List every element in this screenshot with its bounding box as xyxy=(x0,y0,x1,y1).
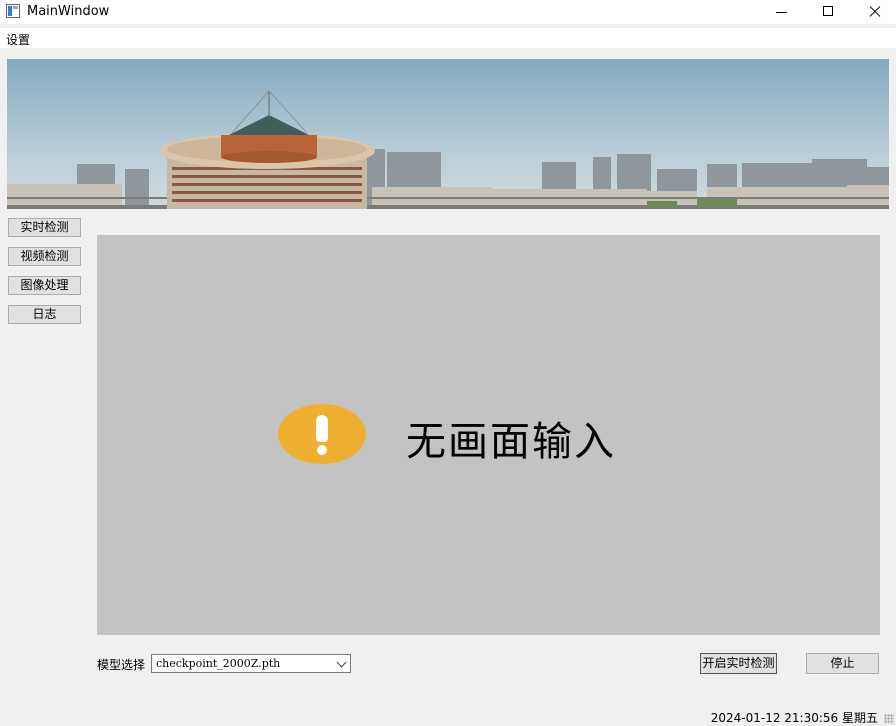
sidebar-item-image-processing[interactable]: 图像处理 xyxy=(8,276,81,295)
campus-banner-image xyxy=(7,59,889,209)
menu-bar: 设置 xyxy=(0,28,896,48)
model-select-label: 模型选择 xyxy=(97,658,146,672)
no-input-message: 无画面输入 xyxy=(406,419,616,465)
start-realtime-detection-button[interactable]: 开启实时检测 xyxy=(700,653,777,674)
minimize-button[interactable] xyxy=(758,0,804,24)
sidebar-item-realtime-detection[interactable]: 实时检测 xyxy=(8,218,81,237)
stop-button[interactable]: 停止 xyxy=(806,653,879,674)
menu-settings[interactable]: 设置 xyxy=(6,31,30,48)
sidebar-item-log[interactable]: 日志 xyxy=(8,305,81,324)
status-datetime: 2024-01-12 21:30:56 星期五 xyxy=(710,711,878,725)
maximize-button[interactable] xyxy=(805,0,851,24)
chevron-down-icon xyxy=(336,657,347,668)
close-button[interactable] xyxy=(851,0,896,24)
video-display: 无画面输入 xyxy=(97,235,880,635)
model-select[interactable]: checkpoint_2000Z.pth xyxy=(151,654,351,673)
sidebar-item-video-detection[interactable]: 视频检测 xyxy=(8,247,81,266)
app-icon xyxy=(6,4,20,18)
warning-icon xyxy=(278,404,366,464)
model-select-value: checkpoint_2000Z.pth xyxy=(156,657,281,670)
window-title: MainWindow xyxy=(27,4,110,19)
title-bar: MainWindow xyxy=(0,0,896,24)
resize-grip[interactable] xyxy=(884,714,894,724)
